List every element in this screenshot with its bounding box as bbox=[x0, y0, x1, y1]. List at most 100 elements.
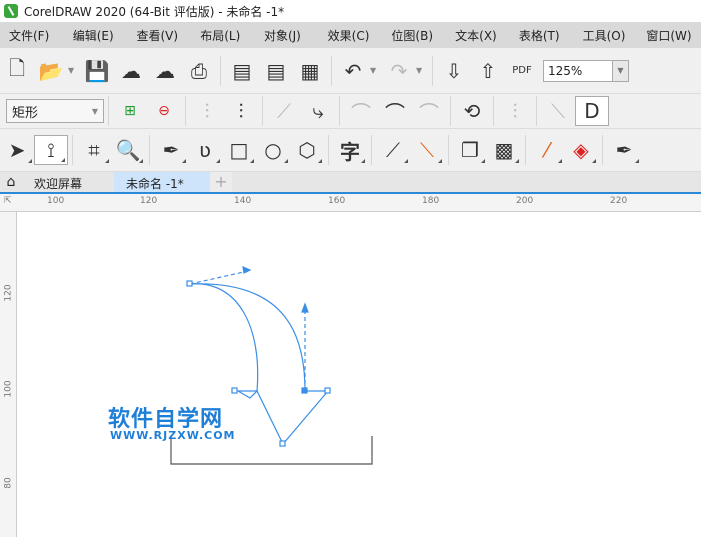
interactive-fill-icon[interactable]: ◈ bbox=[564, 135, 598, 165]
menu-object[interactable]: 对象(J) bbox=[255, 27, 319, 44]
horizontal-ruler[interactable]: ⇱ 100 120 140 160 180 200 220 bbox=[0, 194, 701, 212]
redo-icon[interactable]: ↷ bbox=[382, 56, 416, 86]
extract-subpath-icon[interactable]: ⟍ bbox=[541, 96, 575, 126]
home-icon[interactable]: ⌂ bbox=[0, 172, 22, 192]
menu-tools[interactable]: 工具(O) bbox=[574, 27, 638, 44]
curve-outer[interactable] bbox=[189, 283, 306, 392]
symmetrical-node-icon[interactable]: ⌒ bbox=[412, 96, 446, 126]
menu-layout[interactable]: 布局(L) bbox=[191, 27, 255, 44]
node[interactable] bbox=[279, 440, 286, 447]
document-tabs: ⌂ 欢迎屏幕 未命名 -1* + bbox=[0, 172, 701, 194]
add-tab-icon[interactable]: + bbox=[210, 172, 232, 192]
polygon-tool-icon[interactable]: ⬡ bbox=[290, 135, 324, 165]
paste-icon[interactable]: ▦ bbox=[293, 56, 327, 86]
menu-view[interactable]: 查看(V) bbox=[127, 27, 191, 44]
delete-node-icon[interactable]: ⊖ bbox=[147, 96, 181, 126]
eyedropper-icon[interactable]: ⁄ bbox=[530, 135, 564, 165]
drawing-canvas[interactable]: 软件自学网 WWW.RJZXW.COM bbox=[18, 213, 701, 537]
menu-window[interactable]: 窗口(W) bbox=[637, 27, 701, 44]
dimension-tool-icon[interactable]: ⟋ bbox=[376, 135, 410, 165]
tab-untitled[interactable]: 未命名 -1* bbox=[114, 172, 210, 192]
control-handle[interactable] bbox=[189, 270, 306, 391]
text-tool-icon[interactable]: 字 bbox=[333, 135, 367, 165]
separator bbox=[432, 55, 433, 86]
ruler-label: 80 bbox=[3, 477, 14, 489]
add-node-icon[interactable]: ⊞ bbox=[113, 96, 147, 126]
tab-welcome[interactable]: 欢迎屏幕 bbox=[22, 172, 114, 192]
crop-tool-icon[interactable]: ⌗ bbox=[77, 135, 111, 165]
rectangle-tool-icon[interactable]: □ bbox=[222, 135, 256, 165]
pick-tool-icon[interactable]: ➤ bbox=[0, 135, 34, 165]
export-pdf-icon[interactable]: PDF bbox=[505, 56, 539, 86]
to-line-icon[interactable]: ⟋ bbox=[267, 96, 301, 126]
ruler-label: 160 bbox=[328, 196, 346, 206]
shape-tool-icon[interactable]: ⟟ bbox=[34, 135, 68, 165]
menu-effects[interactable]: 效果(C) bbox=[319, 27, 383, 44]
separator bbox=[602, 135, 603, 165]
close-curve-icon[interactable]: D bbox=[575, 96, 609, 126]
smart-fill-icon[interactable]: ✒ bbox=[607, 135, 641, 165]
open-folder-icon[interactable]: 📂 bbox=[34, 56, 68, 86]
title-bar: CorelDRAW 2020 (64-Bit 评估版) - 未命名 -1* bbox=[0, 0, 701, 22]
property-bar: 矩形 ▼ ⊞ ⊖ ⫶ ⫶ ⟋ ⤷ ⌒ ⌒ ⌒ ⟲ ⫶ ⟍ D bbox=[0, 94, 701, 129]
cloud-upload-icon[interactable]: ☁ bbox=[148, 56, 182, 86]
separator bbox=[72, 135, 73, 165]
separator bbox=[339, 96, 340, 126]
curve-lines[interactable] bbox=[235, 390, 330, 446]
undo-icon[interactable]: ↶ bbox=[336, 56, 370, 86]
smooth-node-icon[interactable]: ⌒ bbox=[378, 96, 412, 126]
extend-curve-icon[interactable]: ⫶ bbox=[498, 96, 532, 126]
separator bbox=[536, 96, 537, 126]
menu-bar: 文件(F) 编辑(E) 查看(V) 布局(L) 对象(J) 效果(C) 位图(B… bbox=[0, 22, 701, 48]
separator bbox=[328, 135, 329, 165]
transparency-icon[interactable]: ▩ bbox=[487, 135, 521, 165]
reverse-direction-icon[interactable]: ⟲ bbox=[455, 96, 489, 126]
break-curve-icon[interactable]: ⫶ bbox=[224, 96, 258, 126]
menu-text[interactable]: 文本(X) bbox=[446, 27, 510, 44]
zoom-level-input[interactable]: 125% bbox=[543, 59, 613, 82]
zoom-tool-icon[interactable]: 🔍 bbox=[111, 135, 145, 165]
menu-edit[interactable]: 编辑(E) bbox=[64, 27, 128, 44]
cloud-download-icon[interactable]: ☁ bbox=[114, 56, 148, 86]
node[interactable] bbox=[301, 387, 308, 394]
drop-shadow-icon[interactable]: ❐ bbox=[453, 135, 487, 165]
ruler-label: 120 bbox=[140, 196, 158, 206]
import-icon[interactable]: ⇩ bbox=[437, 56, 471, 86]
join-nodes-icon[interactable]: ⫶ bbox=[190, 96, 224, 126]
ellipse-tool-icon[interactable]: ○ bbox=[256, 135, 290, 165]
toolbox: ➤ ⟟ ⌗ 🔍 ✒ ʋ □ ○ ⬡ 字 ⟋ ⟍ ❐ ▩ ⁄ ◈ ✒ bbox=[0, 129, 701, 172]
print-icon[interactable]: ⎙ bbox=[182, 56, 216, 86]
separator bbox=[448, 135, 449, 165]
chevron-down-icon: ▼ bbox=[91, 106, 98, 116]
menu-file[interactable]: 文件(F) bbox=[0, 27, 64, 44]
ruler-label: 140 bbox=[234, 196, 252, 206]
pen-tool-icon[interactable]: ✒ bbox=[154, 135, 188, 165]
redo-dropdown-icon[interactable]: ▼ bbox=[416, 66, 428, 75]
open-dropdown-icon[interactable]: ▼ bbox=[68, 66, 80, 75]
ruler-origin-icon[interactable]: ⇱ bbox=[4, 196, 12, 206]
new-document-icon[interactable]: 🗋 bbox=[0, 56, 34, 86]
cut-icon[interactable]: ▤ bbox=[225, 56, 259, 86]
to-curve-icon[interactable]: ⤷ bbox=[301, 96, 335, 126]
zoom-dropdown-icon[interactable]: ▼ bbox=[613, 59, 629, 82]
shape-type-select[interactable]: 矩形 ▼ bbox=[6, 99, 104, 123]
undo-dropdown-icon[interactable]: ▼ bbox=[370, 66, 382, 75]
separator bbox=[450, 96, 451, 126]
save-icon[interactable]: 💾 bbox=[80, 56, 114, 86]
connector-tool-icon[interactable]: ⟍ bbox=[410, 135, 444, 165]
separator bbox=[149, 135, 150, 165]
vertical-ruler[interactable]: 120 100 80 bbox=[0, 212, 17, 537]
node[interactable] bbox=[324, 387, 331, 394]
ruler-label: 220 bbox=[610, 196, 628, 206]
menu-bitmaps[interactable]: 位图(B) bbox=[382, 27, 446, 44]
separator bbox=[185, 96, 186, 126]
cusp-node-icon[interactable]: ⌒ bbox=[344, 96, 378, 126]
ruler-label: 180 bbox=[422, 196, 440, 206]
drawing-svg[interactable] bbox=[18, 213, 701, 537]
node[interactable] bbox=[186, 280, 193, 287]
export-icon[interactable]: ⇧ bbox=[471, 56, 505, 86]
node[interactable] bbox=[231, 387, 238, 394]
artistic-media-icon[interactable]: ʋ bbox=[188, 135, 222, 165]
copy-icon[interactable]: ▤ bbox=[259, 56, 293, 86]
menu-table[interactable]: 表格(T) bbox=[510, 27, 574, 44]
